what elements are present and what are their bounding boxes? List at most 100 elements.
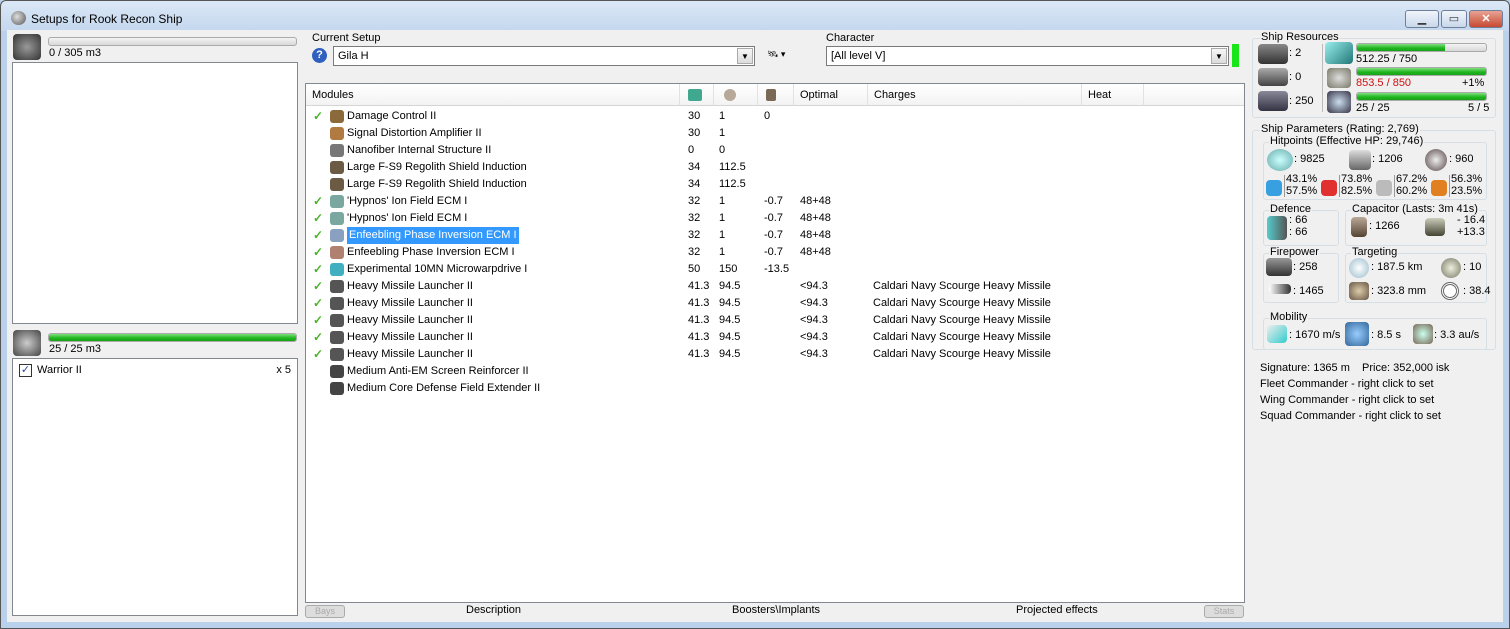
wing-commander[interactable]: Wing Commander - right click to set [1260, 394, 1434, 406]
module-row[interactable]: Medium Anti-EM Screen Reinforcer II [306, 363, 1244, 380]
module-powergrid: 1 [719, 229, 726, 241]
module-optimal: <94.3 [800, 314, 828, 326]
module-row[interactable]: Large F-S9 Regolith Shield Induction 34 11… [306, 176, 1244, 193]
module-row[interactable]: ✓ Enfeebling Phase Inversion ECM I 32 1 -0.7… [306, 227, 1244, 244]
module-row[interactable]: ✓ Heavy Missile Launcher II 41.3 94.5 <94.3 C… [306, 312, 1244, 329]
module-icon [330, 178, 344, 191]
client-area: 0 / 305 m3 25 / 25 m3 ✓ Warrior II x 5 C… [7, 30, 1503, 622]
module-cpu: 30 [688, 127, 701, 139]
armor-icon [1349, 150, 1371, 170]
defence-icon [1267, 216, 1287, 240]
modules-table[interactable]: Modules Optimal Charges Heat ✓ Damage Con… [305, 83, 1245, 603]
module-name: Large F-S9 Regolith Shield Induction [347, 161, 527, 173]
module-row[interactable]: Large F-S9 Regolith Shield Induction 34 11… [306, 159, 1244, 176]
module-row[interactable]: ✓ Heavy Missile Launcher II 41.3 94.5 <94.3 C… [306, 346, 1244, 363]
module-capacitor: -13.5 [764, 263, 790, 275]
powergrid-bar [1356, 67, 1487, 76]
module-row[interactable]: Medium Core Defense Field Extender II [306, 380, 1244, 397]
module-row[interactable]: Signal Distortion Amplifier II 30 1 [306, 125, 1244, 142]
module-name: Enfeebling Phase Inversion ECM I [347, 227, 519, 244]
module-row[interactable]: ✓ Experimental 10MN Microwarpdrive I 50 150… [306, 261, 1244, 278]
module-icon [330, 348, 344, 361]
col-optimal[interactable]: Optimal [794, 84, 868, 106]
cargo-icon [13, 34, 41, 60]
col-charges[interactable]: Charges [868, 84, 1082, 106]
warp-speed-icon [1413, 324, 1433, 344]
bays-button[interactable]: Bays [305, 605, 345, 618]
close-button[interactable]: ✕ [1469, 10, 1503, 28]
setup-value: Gila H [338, 50, 369, 62]
help-icon[interactable]: ? [312, 48, 327, 63]
module-cpu: 30 [688, 110, 701, 122]
tab-projected-effects[interactable]: Projected effects [1016, 604, 1098, 616]
resist-shield: 43.1% [1286, 173, 1318, 185]
module-icon [330, 297, 344, 310]
app-icon [11, 11, 26, 25]
price: Price: 352,000 isk [1362, 362, 1450, 374]
tab-description[interactable]: Description [466, 604, 521, 616]
module-icon [330, 365, 344, 378]
powergrid-icon [1327, 68, 1351, 88]
resist-shield: 67.2% [1396, 173, 1428, 185]
active-check-icon: ✓ [313, 330, 324, 344]
align-time-icon [1345, 322, 1369, 346]
module-powergrid: 94.5 [719, 348, 741, 360]
fleet-commander[interactable]: Fleet Commander - right click to set [1260, 378, 1434, 390]
drone-list[interactable]: ✓ Warrior II x 5 [12, 358, 298, 616]
module-optimal: 48+48 [800, 195, 831, 207]
module-row[interactable]: ✓ Enfeebling Phase Inversion ECM I 32 1 -0.7… [306, 244, 1244, 261]
module-cpu: 34 [688, 178, 701, 190]
module-name: Heavy Missile Launcher II [347, 297, 473, 309]
module-row[interactable]: ✓ 'Hypnos' Ion Field ECM I 32 1 -0.7 48+48 [306, 210, 1244, 227]
cpu-icon [688, 89, 702, 101]
minimize-button[interactable]: ▁ [1405, 10, 1439, 28]
setup-select[interactable]: Gila H ▼ [333, 46, 755, 66]
targeting-range-icon [1349, 258, 1369, 278]
module-powergrid: 94.5 [719, 280, 741, 292]
resist-armor: 57.5% [1286, 185, 1318, 197]
module-cpu: 41.3 [688, 280, 710, 292]
character-select[interactable]: [All level V] ▼ [826, 46, 1229, 66]
module-optimal: <94.3 [800, 331, 828, 343]
module-row[interactable]: ✓ Heavy Missile Launcher II 41.3 94.5 <94.3 C… [306, 329, 1244, 346]
divider [1284, 175, 1285, 197]
hitpoints-title: Hitpoints (Effective HP: 29,746) [1269, 135, 1425, 147]
col-capacitor[interactable] [758, 84, 794, 106]
module-powergrid: 1 [719, 195, 726, 207]
module-optimal: <94.3 [800, 280, 828, 292]
powergrid-overuse: +1% [1462, 77, 1485, 89]
module-name: Medium Core Defense Field Extender II [347, 382, 541, 394]
maximize-button[interactable]: ▭ [1441, 10, 1467, 28]
col-heat[interactable]: Heat [1082, 84, 1144, 106]
module-row[interactable]: ✓ 'Hypnos' Ion Field ECM I 32 1 -0.7 48+48 [306, 193, 1244, 210]
module-row[interactable]: ✓ Heavy Missile Launcher II 41.3 94.5 <94.3 C… [306, 278, 1244, 295]
module-icon [330, 212, 344, 225]
resist-shield: 56.3% [1451, 173, 1483, 185]
stats-button[interactable]: Stats [1204, 605, 1244, 618]
setup-label: Current Setup [312, 32, 381, 44]
col-cpu[interactable] [680, 84, 714, 106]
mobility-title: Mobility [1269, 311, 1309, 323]
squad-commander[interactable]: Squad Commander - right click to set [1260, 410, 1441, 422]
structure-icon [1425, 149, 1447, 171]
col-modules[interactable]: Modules [306, 84, 680, 106]
module-row[interactable]: Nanofiber Internal Structure II 0 0 [306, 142, 1244, 159]
module-powergrid: 94.5 [719, 331, 741, 343]
ship-menu-button[interactable]: 🛰 ▾ [767, 49, 799, 63]
capacitor-recharge-icon [1425, 218, 1445, 236]
module-optimal: 48+48 [800, 212, 831, 224]
module-icon [330, 195, 344, 208]
module-cpu: 41.3 [688, 331, 710, 343]
cargo-list[interactable] [12, 62, 298, 324]
module-cpu: 41.3 [688, 348, 710, 360]
module-row[interactable]: ✓ Heavy Missile Launcher II 41.3 94.5 <94.3 C… [306, 295, 1244, 312]
resist-armor: 23.5% [1451, 185, 1483, 197]
module-capacitor: -0.7 [764, 229, 783, 241]
tab-boosters-implants[interactable]: Boosters\Implants [732, 604, 820, 616]
drone-checkbox[interactable]: ✓ [19, 364, 32, 377]
module-cpu: 50 [688, 263, 701, 275]
col-powergrid[interactable] [714, 84, 758, 106]
active-check-icon: ✓ [313, 296, 324, 310]
launcher-hardpoints: : 0 [1289, 71, 1302, 83]
module-row[interactable]: ✓ Damage Control II 30 1 0 [306, 108, 1244, 125]
